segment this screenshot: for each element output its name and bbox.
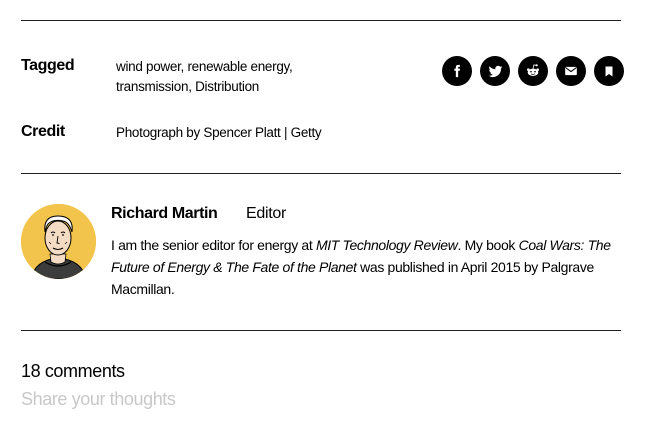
author-bio: I am the senior editor for energy at MIT… [111, 234, 611, 300]
tag-link[interactable]: renewable energy [187, 59, 289, 74]
comment-input[interactable]: Share your thoughts [21, 389, 176, 410]
author-role: Editor [246, 205, 286, 222]
reddit-share-button[interactable] [518, 56, 548, 86]
share-buttons [442, 56, 624, 86]
bookmark-icon [605, 66, 613, 76]
credit-text: Photograph by Spencer Platt | Getty [116, 125, 322, 140]
twitter-icon [488, 65, 502, 77]
bio-publication: MIT Technology Review [315, 237, 458, 253]
tag-link[interactable]: transmission [116, 79, 188, 94]
facebook-icon [454, 64, 461, 78]
bio-text: . My book [457, 237, 519, 253]
author-name[interactable]: Richard Martin [111, 205, 218, 223]
tag-list: wind power, renewable energy, transmissi… [116, 59, 293, 94]
top-divider [21, 20, 621, 21]
bookmark-button[interactable] [594, 56, 624, 86]
reddit-icon [527, 64, 539, 76]
bio-text: I am the senior editor for energy at [111, 237, 316, 253]
section-divider [21, 173, 621, 174]
facebook-share-button[interactable] [442, 56, 472, 86]
comments-divider [21, 330, 621, 331]
tag-link[interactable]: Distribution [195, 79, 259, 94]
tagged-label: Tagged [21, 57, 75, 74]
twitter-share-button[interactable] [480, 56, 510, 86]
author-avatar [21, 204, 96, 279]
credit-label: Credit [21, 123, 65, 140]
comments-count[interactable]: 18 comments [21, 361, 125, 382]
tag-link[interactable]: wind power [116, 59, 181, 74]
email-share-button[interactable] [556, 56, 586, 86]
author-illustration [21, 204, 96, 279]
email-icon [565, 66, 577, 76]
